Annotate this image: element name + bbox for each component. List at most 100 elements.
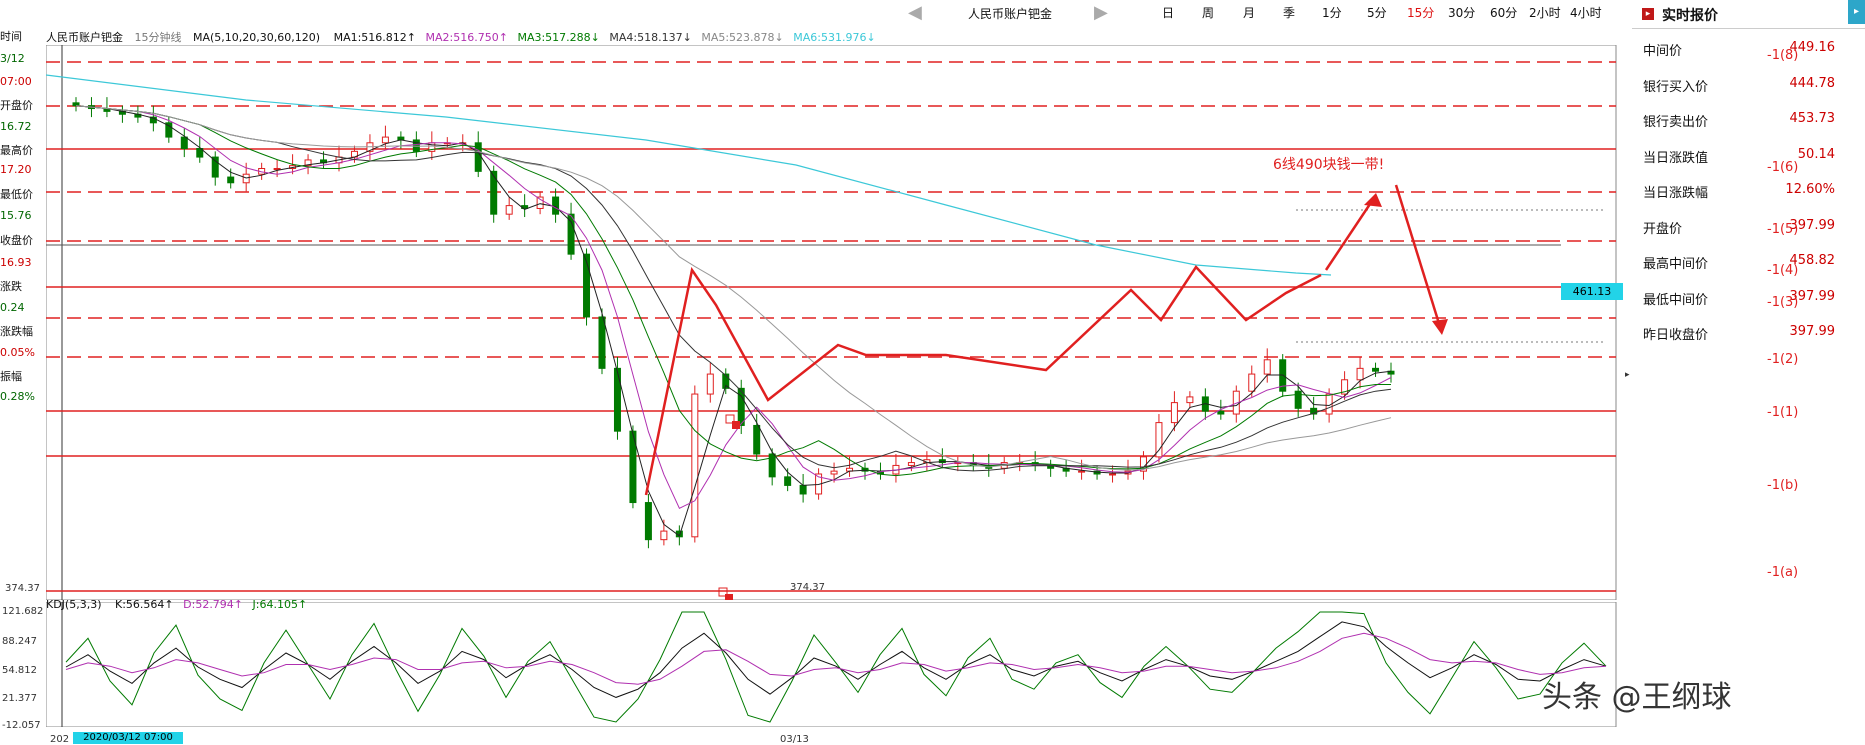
candle-body xyxy=(830,470,838,475)
candle-body xyxy=(1356,367,1364,381)
candle-body xyxy=(227,176,235,184)
candle-body xyxy=(1248,373,1256,392)
kdj-header: KDJ(5,3,3) K:56.564↑ D:52.794↑ J:64.105↑ xyxy=(46,598,307,611)
candle-body xyxy=(1170,402,1178,424)
quote-row-label: 银行买入价 xyxy=(1643,79,1709,95)
current-price-tag: 461.13 xyxy=(1561,283,1623,300)
left-info-value: 16.72 xyxy=(0,120,32,133)
low-axis-label: 374.37 xyxy=(5,583,40,594)
left-info-value: 15.76 xyxy=(0,209,32,222)
quote-row: 当日涨跌值 50.14 xyxy=(1643,141,1843,169)
candle-body xyxy=(613,367,621,432)
candle-body xyxy=(1217,410,1225,415)
level-label: -1(2) xyxy=(1767,352,1799,367)
price-chart[interactable] xyxy=(46,45,1626,600)
left-info-label: 振幅 xyxy=(0,370,22,383)
low-price-label: 374.37 xyxy=(790,582,825,593)
timeframe-6[interactable]: 15分 xyxy=(1405,4,1436,21)
timeframe-0[interactable]: 日 xyxy=(1160,4,1176,21)
marker-square xyxy=(725,594,733,600)
timeframe-10[interactable]: 4小时 xyxy=(1568,4,1604,21)
far-right-expand-button[interactable]: ▸ xyxy=(1848,0,1865,24)
quote-row-label: 昨日收盘价 xyxy=(1643,328,1709,343)
quote-row: 最低中间价 397.99 xyxy=(1643,283,1843,311)
level-label: -1(3) xyxy=(1767,295,1799,310)
quote-row: 昨日收盘价 397.99 xyxy=(1643,318,1843,346)
left-info-value: 0.28% xyxy=(0,390,35,403)
kdj-j-value: J:64.105↑ xyxy=(252,598,308,611)
timeframe-5[interactable]: 5分 xyxy=(1365,4,1389,21)
kdj-axis-tick: 121.682 xyxy=(2,606,44,617)
candle-body xyxy=(72,102,80,107)
kdj-d-value: D:52.794↑ xyxy=(183,598,244,611)
candle-body xyxy=(1263,359,1271,375)
realtime-quote-title: 实时报价 xyxy=(1662,8,1718,24)
quote-row: 银行卖出价 453.73 xyxy=(1643,105,1843,133)
quote-icon: ▸ xyxy=(1642,8,1654,20)
quote-row-value: 50.14 xyxy=(1797,146,1835,162)
left-info-value: 17.20 xyxy=(0,163,32,176)
left-info-value: 0.24 xyxy=(0,301,25,314)
quote-row-label: 中间价 xyxy=(1643,44,1683,59)
candle-body xyxy=(552,196,560,215)
candle-body xyxy=(381,136,389,144)
prev-instrument-button[interactable]: ◀ xyxy=(908,2,922,23)
level-label: -1(a) xyxy=(1767,565,1799,580)
candle-body xyxy=(907,462,915,466)
candle-body xyxy=(273,167,281,170)
candle-body xyxy=(644,502,652,541)
quote-row-label: 最高中间价 xyxy=(1643,257,1709,272)
kdj-label: KDJ(5,3,3) xyxy=(46,598,102,611)
timeframe-7[interactable]: 30分 xyxy=(1446,4,1477,21)
quote-row-label: 当日涨跌值 xyxy=(1643,150,1709,166)
candle-body xyxy=(691,393,699,538)
left-info-label: 涨跌 xyxy=(0,280,22,293)
quote-row: 银行买入价 444.78 xyxy=(1643,70,1843,98)
instrument-tab[interactable]: 人民币账户钯金 xyxy=(968,5,1052,22)
candle-body xyxy=(1078,470,1086,473)
candle-body xyxy=(505,205,513,215)
timeframe-9[interactable]: 2小时 xyxy=(1527,4,1563,21)
left-info-value: 16.93 xyxy=(0,256,32,269)
candle-body xyxy=(799,484,807,495)
quote-row-value: 453.73 xyxy=(1789,111,1836,126)
timeframe-2[interactable]: 月 xyxy=(1241,4,1257,21)
quote-row-value: 444.78 xyxy=(1789,75,1836,91)
right-edge-arrow[interactable]: ▸ xyxy=(1625,370,1630,380)
candle-body xyxy=(211,156,219,178)
realtime-quote-header: ▸ 实时报价 xyxy=(1632,0,1865,29)
candle-body xyxy=(490,170,498,215)
level-label: -1(5) xyxy=(1767,222,1799,237)
header-ma2: MA2:516.750↑ xyxy=(425,31,508,44)
quote-row-label: 银行卖出价 xyxy=(1643,115,1709,130)
timeframe-8[interactable]: 60分 xyxy=(1488,4,1519,21)
candle-body xyxy=(598,316,606,369)
quote-row: 当日涨跌幅 12.60% xyxy=(1643,176,1843,204)
candle-body xyxy=(1186,396,1194,404)
chart-window: ◀ 人民币账户钯金 ▶ 日 周 月 季 1分 5分 15分 30分 60分 2小时 4小时 ▸ 实时… xyxy=(0,0,1865,745)
left-info-value: 3/12 xyxy=(0,52,25,65)
quote-row-value: 12.60% xyxy=(1785,182,1835,197)
level-label: -1(4) xyxy=(1767,263,1799,278)
kdj-chart[interactable] xyxy=(46,602,1626,727)
quote-row-value: 397.99 xyxy=(1789,324,1836,339)
candle-body xyxy=(1109,473,1117,476)
header-ma1: MA1:516.812↑ xyxy=(333,31,417,44)
quote-row-label: 开盘价 xyxy=(1643,221,1683,237)
candle-body xyxy=(1372,367,1380,372)
left-info-label: 开盘价 xyxy=(0,99,33,112)
marker-square xyxy=(732,421,740,429)
left-info-label: 收盘价 xyxy=(0,234,33,247)
timeframe-1[interactable]: 周 xyxy=(1200,4,1216,21)
quote-row: 最高中间价 458.82 xyxy=(1643,247,1843,275)
watermark: 头条 @王纲球 xyxy=(1542,680,1732,715)
header-ma4: MA4:518.137↓ xyxy=(609,31,692,44)
timeframe-4[interactable]: 1分 xyxy=(1320,4,1344,21)
timeframe-3[interactable]: 季 xyxy=(1281,4,1297,21)
quote-row: 中间价 449.16 xyxy=(1643,34,1843,62)
level-label: -1(1) xyxy=(1767,405,1799,420)
quote-row-label: 最低中间价 xyxy=(1643,292,1709,308)
chart-header: 人民币账户钯金 15分钟线 MA(5,10,20,30,60,120) MA1:… xyxy=(46,29,876,45)
next-instrument-button[interactable]: ▶ xyxy=(1094,2,1108,23)
level-label: -1(8) xyxy=(1767,48,1799,63)
